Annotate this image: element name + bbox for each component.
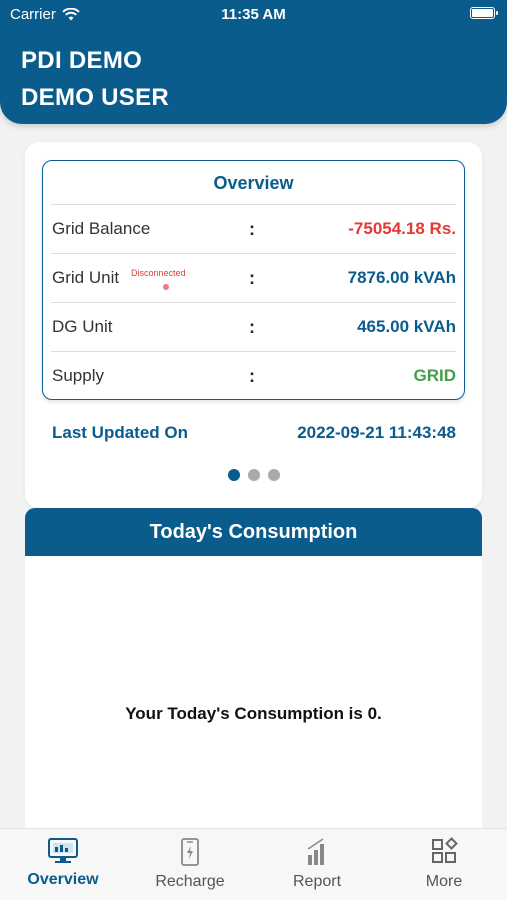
page-dot[interactable] <box>247 469 260 481</box>
grid-unit-value: 7876.00 kVAh <box>347 268 456 287</box>
supply-row: Supply : GRID <box>51 352 456 401</box>
tab-label: Recharge <box>155 873 225 890</box>
tab-recharge[interactable]: Recharge <box>127 829 253 900</box>
tab-label: Overview <box>27 871 99 888</box>
page-dot-active[interactable] <box>227 469 240 481</box>
row-label: Grid Balance <box>52 219 151 238</box>
page-indicator[interactable] <box>25 469 482 481</box>
row-colon: : <box>249 219 255 239</box>
app-header: Carrier 11:35 AM PDI DEMO DEMO USER <box>0 0 507 124</box>
tab-more[interactable]: More <box>381 829 507 900</box>
user-name: DEMO USER <box>21 84 170 111</box>
last-updated-label: Last Updated On <box>52 423 189 442</box>
tab-label: More <box>425 873 463 890</box>
row-colon: : <box>249 317 255 337</box>
status-time: 11:35 AM <box>221 6 286 23</box>
phone-charge-icon <box>181 838 199 866</box>
consumption-title: Today's Consumption <box>25 508 482 556</box>
dg-unit-value: 465.00 kVAh <box>357 317 456 336</box>
overview-title: Overview <box>51 161 456 205</box>
status-bar: Carrier 11:35 AM <box>0 4 507 26</box>
tab-overview[interactable]: Overview <box>0 829 126 900</box>
grid-balance-value: -75054.18 Rs. <box>348 219 456 238</box>
monitor-icon <box>48 838 78 863</box>
battery-icon <box>470 7 498 19</box>
consumption-panel: Today's Consumption Your Today's Consump… <box>25 508 482 830</box>
row-colon: : <box>249 366 255 386</box>
consumption-message: Your Today's Consumption is 0. <box>125 704 382 723</box>
supply-value: GRID <box>413 366 457 385</box>
tab-bar: Overview Recharge Report More <box>0 828 507 900</box>
page-dot[interactable] <box>267 469 280 481</box>
overview-card[interactable]: Overview Grid Balance : -75054.18 Rs. Gr… <box>25 142 482 508</box>
row-label: Grid Unit <box>52 268 120 287</box>
last-updated-value: 2022-09-21 11:43:48 <box>297 423 456 442</box>
status-dot-icon <box>163 284 169 290</box>
account-name: PDI DEMO <box>21 47 143 74</box>
row-colon: : <box>249 268 255 288</box>
grid-unit-row: Grid Unit Disconnected : 7876.00 kVAh <box>51 254 456 303</box>
disconnected-badge: Disconnected <box>131 268 186 278</box>
row-label: DG Unit <box>52 317 113 336</box>
tab-report[interactable]: Report <box>254 829 380 900</box>
bar-chart-icon <box>307 838 324 865</box>
tab-label: Report <box>292 873 342 890</box>
overview-table: Overview Grid Balance : -75054.18 Rs. Gr… <box>42 160 465 400</box>
row-label: Supply <box>52 366 104 385</box>
grid-balance-row: Grid Balance : -75054.18 Rs. <box>51 205 456 254</box>
dg-unit-row: DG Unit : 465.00 kVAh <box>51 303 456 352</box>
grid-shapes-icon <box>432 837 458 863</box>
